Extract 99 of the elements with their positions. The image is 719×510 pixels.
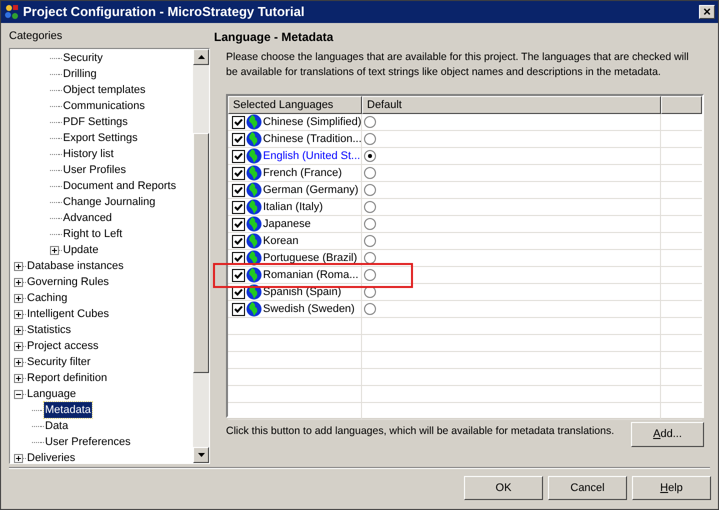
scroll-down-icon[interactable]	[198, 453, 204, 457]
checkbox[interactable]	[232, 218, 245, 230]
tree-item[interactable]: Caching	[26, 290, 68, 306]
scrollbar[interactable]	[193, 49, 209, 463]
globe-icon	[246, 301, 262, 317]
language-name: Japanese	[263, 216, 311, 232]
globe-icon	[246, 250, 262, 266]
expand-icon[interactable]	[14, 374, 23, 382]
panel-title: Language - Metadata	[214, 29, 334, 46]
checkbox[interactable]	[232, 116, 245, 128]
default-radio[interactable]	[364, 303, 376, 315]
checkbox[interactable]	[232, 150, 245, 162]
checkbox[interactable]	[232, 234, 245, 248]
app-icon	[4, 4, 20, 20]
checkbox[interactable]	[232, 184, 245, 196]
default-radio[interactable]	[364, 218, 376, 230]
column-header[interactable]	[661, 96, 702, 114]
language-name: Portuguese (Brazil)	[263, 250, 358, 266]
expand-icon[interactable]	[14, 310, 23, 318]
globe-icon	[246, 199, 262, 215]
tree-item[interactable]: User Profiles	[62, 162, 127, 178]
expand-icon[interactable]	[14, 326, 23, 334]
globe-icon	[246, 148, 262, 164]
default-radio[interactable]	[364, 201, 376, 213]
globe-icon	[246, 233, 262, 249]
dialog-button[interactable]: Help	[632, 476, 711, 500]
globe-icon	[246, 267, 262, 283]
expand-icon[interactable]	[14, 278, 23, 286]
tree-item[interactable]: Governing Rules	[26, 274, 110, 290]
tree-item[interactable]: Change Journaling	[62, 194, 156, 210]
add-button[interactable]: Add...	[631, 422, 704, 447]
tree-item[interactable]: Drilling	[62, 66, 98, 82]
language-name: Chinese (Simplified)	[263, 114, 362, 130]
default-radio[interactable]	[364, 116, 376, 128]
tree-item[interactable]: Language	[26, 386, 77, 402]
checkbox[interactable]	[232, 252, 245, 264]
language-name: French (France)	[263, 166, 342, 181]
globe-icon	[246, 284, 262, 300]
tree-item[interactable]: Security	[62, 50, 104, 66]
checkbox[interactable]	[232, 200, 245, 214]
tree-item[interactable]: Communications	[62, 98, 146, 114]
tree-item[interactable]: Deliveries	[26, 450, 76, 463]
tree-item[interactable]: Advanced	[62, 210, 113, 226]
column-header[interactable]: Selected Languages	[228, 96, 362, 114]
language-name: Romanian (Roma...	[263, 268, 358, 283]
tree-item[interactable]: Intelligent Cubes	[26, 306, 110, 322]
globe-icon	[246, 131, 262, 147]
tree-item[interactable]: Security filter	[26, 354, 92, 370]
expand-icon[interactable]	[14, 358, 23, 366]
tree-item[interactable]: Database instances	[26, 258, 125, 274]
dialog-button[interactable]: OK	[464, 476, 543, 500]
tree-item[interactable]: Document and Reports	[62, 178, 178, 194]
globe-icon	[246, 216, 262, 232]
tree-item[interactable]: Metadata	[44, 402, 92, 418]
dialog-button[interactable]: Cancel	[548, 476, 627, 500]
language-name: Korean	[263, 234, 298, 249]
tree-item[interactable]: Project access	[26, 338, 100, 354]
expand-icon[interactable]	[14, 294, 23, 302]
tree-item[interactable]: Update	[62, 242, 100, 258]
tree-item[interactable]: Export Settings	[62, 130, 139, 146]
add-hint: Click this button to add languages, which will be available for metadata translations.	[226, 424, 616, 439]
checkbox[interactable]	[232, 132, 245, 146]
globe-icon	[246, 114, 262, 130]
window-title: Project Configuration - MicroStrategy Tutorial	[23, 3, 306, 22]
expand-icon[interactable]	[14, 342, 23, 350]
language-name: Italian (Italy)	[263, 200, 323, 215]
checkbox[interactable]	[232, 166, 245, 180]
default-radio[interactable]	[364, 150, 376, 162]
tree-item[interactable]: Object templates	[62, 82, 147, 98]
language-name: Swedish (Sweden)	[263, 302, 355, 317]
language-name: German (Germany)	[263, 182, 358, 198]
column-header[interactable]: Default	[362, 96, 661, 114]
tree-item[interactable]: PDF Settings	[62, 114, 129, 130]
categories-label: Categories	[9, 29, 64, 44]
tree-item[interactable]: History list	[62, 146, 115, 162]
checkbox[interactable]	[232, 268, 245, 282]
tree-item[interactable]: Statistics	[26, 322, 72, 338]
globe-icon	[246, 182, 262, 198]
expand-icon[interactable]	[50, 246, 59, 254]
expand-icon[interactable]	[14, 262, 23, 270]
collapse-icon[interactable]	[14, 390, 23, 398]
language-name: Chinese (Tradition...	[263, 132, 362, 147]
default-radio[interactable]	[364, 252, 376, 264]
tree-item[interactable]: User Preferences	[44, 434, 132, 450]
default-radio[interactable]	[364, 133, 376, 145]
panel-description: Please choose the languages that are available for this project. The languages that are checked will be available for translations of text strings like object names and descriptions in the metadata.	[225, 50, 690, 80]
default-radio[interactable]	[364, 167, 376, 179]
expand-icon[interactable]	[14, 454, 23, 462]
default-radio[interactable]	[364, 235, 376, 247]
default-radio[interactable]	[364, 184, 376, 196]
globe-icon	[246, 165, 262, 181]
checkbox[interactable]	[232, 302, 245, 316]
tree-item[interactable]: Right to Left	[62, 226, 124, 242]
language-name: English (United St...	[263, 148, 360, 164]
scroll-up-icon[interactable]	[198, 55, 204, 59]
tree-item[interactable]: Data	[44, 418, 70, 434]
tree-item[interactable]: Report definition	[26, 370, 108, 386]
close-button[interactable]: ×	[699, 5, 715, 19]
default-radio[interactable]	[364, 269, 376, 281]
